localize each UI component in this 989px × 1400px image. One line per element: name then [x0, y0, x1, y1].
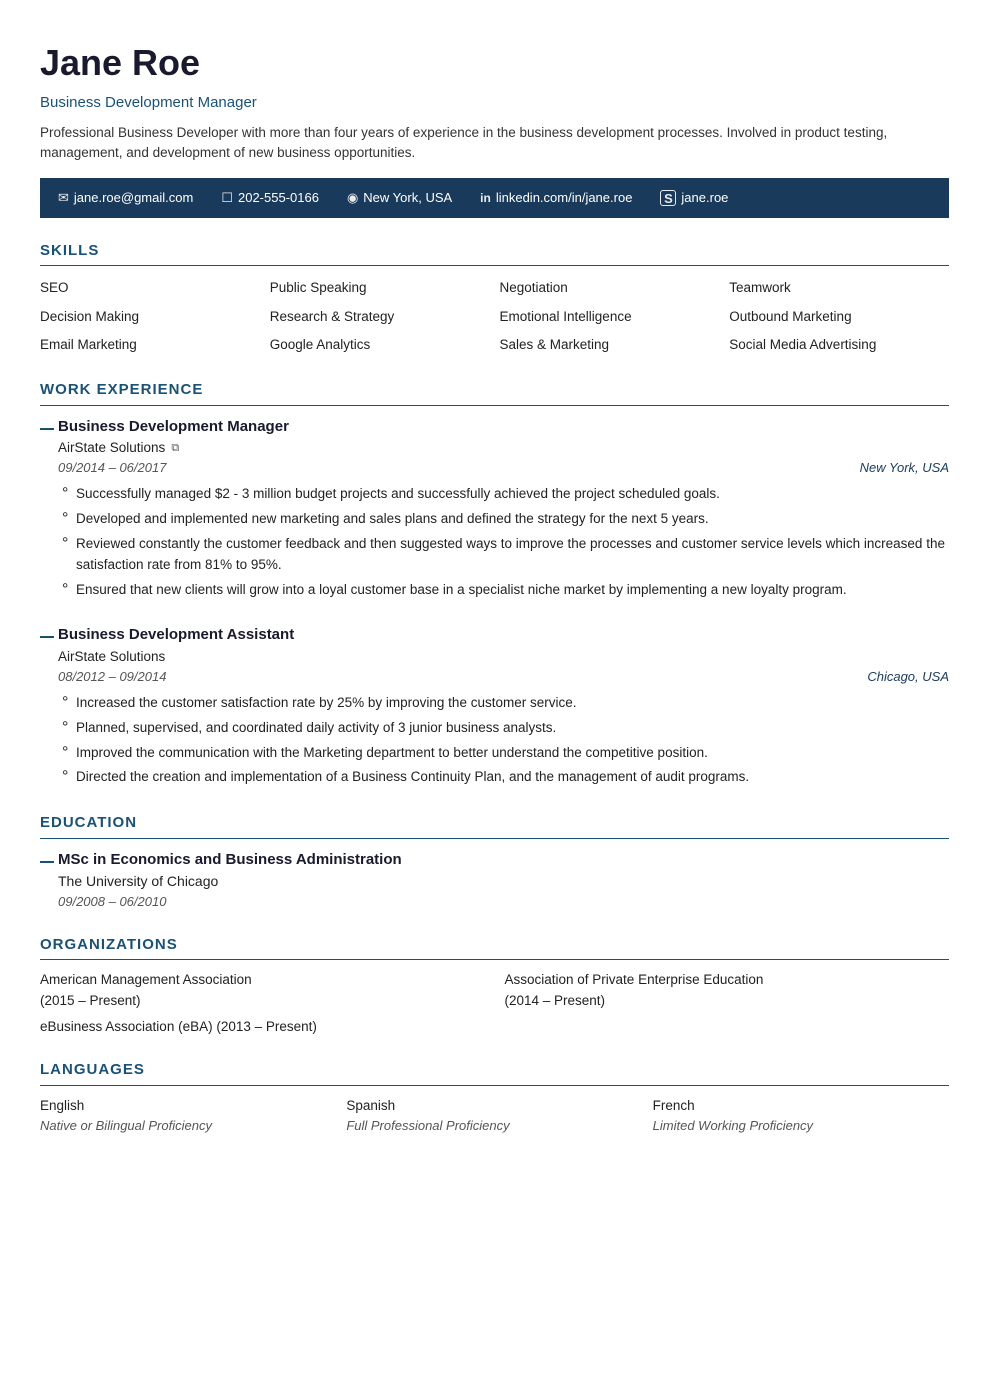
org-grid: American Management Association (2015 – … — [40, 970, 949, 1011]
skill-item: Google Analytics — [270, 333, 490, 357]
work-entry: Business Development AssistantAirState S… — [40, 624, 949, 790]
work-dash — [40, 416, 58, 603]
contact-bar: ✉ jane.roe@gmail.com ☐ 202-555-0166 ◉ Ne… — [40, 178, 949, 218]
languages-section: LANGUAGES EnglishNative or Bilingual Pro… — [40, 1059, 949, 1135]
languages-section-title: LANGUAGES — [40, 1059, 949, 1086]
candidate-summary: Professional Business Developer with mor… — [40, 123, 940, 165]
candidate-name: Jane Roe — [40, 36, 949, 90]
contact-skype: S jane.roe — [660, 188, 728, 208]
skills-section: SKILLS SEO Public Speaking Negotiation Team… — [40, 240, 949, 357]
job-title: Business Development Assistant — [58, 624, 949, 647]
email-icon: ✉ — [58, 188, 69, 208]
bullet-item: Reviewed constantly the customer feedbac… — [58, 532, 949, 578]
work-entry: Business Development ManagerAirState Sol… — [40, 416, 949, 603]
education-entry: MSc in Economics and Business Administra… — [40, 849, 949, 912]
skill-item: Social Media Advertising — [729, 333, 949, 357]
language-name: English — [40, 1096, 336, 1116]
org-item: Association of Private Enterprise Educat… — [505, 970, 950, 1011]
edu-degree: MSc in Economics and Business Administra… — [58, 849, 402, 872]
work-content: Business Development AssistantAirState S… — [58, 624, 949, 790]
contact-email: ✉ jane.roe@gmail.com — [58, 188, 193, 208]
org-item: American Management Association (2015 – … — [40, 970, 485, 1011]
language-level: Native or Bilingual Proficiency — [40, 1116, 336, 1136]
skill-item: Outbound Marketing — [729, 305, 949, 329]
edu-content: MSc in Economics and Business Administra… — [58, 849, 402, 912]
work-experience-section: WORK EXPERIENCE Business Development Man… — [40, 379, 949, 790]
bullet-list: Successfully managed $2 - 3 million budg… — [58, 482, 949, 603]
language-item: SpanishFull Professional Proficiency — [346, 1096, 642, 1136]
company-line: AirState Solutions — [58, 647, 949, 667]
education-section: EDUCATION MSc in Economics and Business … — [40, 812, 949, 912]
language-name: French — [653, 1096, 949, 1116]
skill-item: Negotiation — [500, 276, 720, 300]
languages-grid: EnglishNative or Bilingual ProficiencySp… — [40, 1096, 949, 1136]
language-name: Spanish — [346, 1096, 642, 1116]
external-link-icon: ⧉ — [171, 440, 179, 457]
work-entries: Business Development ManagerAirState Sol… — [40, 416, 949, 791]
language-level: Full Professional Proficiency — [346, 1116, 642, 1136]
date-location-row: 09/2014 – 06/2017 New York, USA — [58, 458, 949, 478]
edu-school: The University of Chicago — [58, 871, 402, 892]
work-content: Business Development ManagerAirState Sol… — [58, 416, 949, 603]
skills-section-title: SKILLS — [40, 240, 949, 267]
bullet-item: Planned, supervised, and coordinated dai… — [58, 716, 949, 741]
work-experience-title: WORK EXPERIENCE — [40, 379, 949, 406]
skill-item: Public Speaking — [270, 276, 490, 300]
job-location: Chicago, USA — [867, 667, 949, 687]
skill-item: Sales & Marketing — [500, 333, 720, 357]
org-single: eBusiness Association (eBA) (2013 – Pres… — [40, 1017, 949, 1037]
job-title: Business Development Manager — [58, 416, 949, 439]
skill-item: Email Marketing — [40, 333, 260, 357]
skype-icon: S — [660, 190, 676, 206]
language-item: EnglishNative or Bilingual Proficiency — [40, 1096, 336, 1136]
resume-header: Jane Roe Business Development Manager Pr… — [40, 36, 949, 164]
bullet-item: Successfully managed $2 - 3 million budg… — [58, 482, 949, 507]
language-level: Limited Working Proficiency — [653, 1116, 949, 1136]
date-range: 08/2012 – 09/2014 — [58, 667, 166, 687]
edu-dash — [40, 849, 58, 912]
contact-phone: ☐ 202-555-0166 — [221, 188, 319, 208]
organizations-section-title: ORGANIZATIONS — [40, 934, 949, 961]
bullet-item: Increased the customer satisfaction rate… — [58, 691, 949, 716]
language-item: FrenchLimited Working Proficiency — [653, 1096, 949, 1136]
bullet-list: Increased the customer satisfaction rate… — [58, 691, 949, 791]
skill-item: Emotional Intelligence — [500, 305, 720, 329]
education-section-title: EDUCATION — [40, 812, 949, 839]
skill-item: Teamwork — [729, 276, 949, 300]
contact-location: ◉ New York, USA — [347, 188, 452, 208]
organizations-section: ORGANIZATIONS American Management Associ… — [40, 934, 949, 1037]
edu-date: 09/2008 – 06/2010 — [58, 892, 402, 912]
bullet-item: Developed and implemented new marketing … — [58, 507, 949, 532]
skill-item: Research & Strategy — [270, 305, 490, 329]
linkedin-icon: in — [480, 189, 491, 207]
skill-item: Decision Making — [40, 305, 260, 329]
candidate-title: Business Development Manager — [40, 92, 949, 115]
skills-grid: SEO Public Speaking Negotiation Teamwork Dec… — [40, 276, 949, 357]
contact-linkedin: in linkedin.com/in/jane.roe — [480, 188, 632, 208]
bullet-item: Improved the communication with the Mark… — [58, 741, 949, 766]
skill-item: SEO — [40, 276, 260, 300]
company-line: AirState Solutions ⧉ — [58, 438, 949, 458]
education-entries: MSc in Economics and Business Administra… — [40, 849, 949, 912]
bullet-item: Directed the creation and implementation… — [58, 765, 949, 790]
date-location-row: 08/2012 – 09/2014 Chicago, USA — [58, 667, 949, 687]
job-location: New York, USA — [860, 458, 949, 478]
work-dash — [40, 624, 58, 790]
location-icon: ◉ — [347, 188, 358, 208]
bullet-item: Ensured that new clients will grow into … — [58, 578, 949, 603]
phone-icon: ☐ — [221, 188, 233, 208]
date-range: 09/2014 – 06/2017 — [58, 458, 166, 478]
